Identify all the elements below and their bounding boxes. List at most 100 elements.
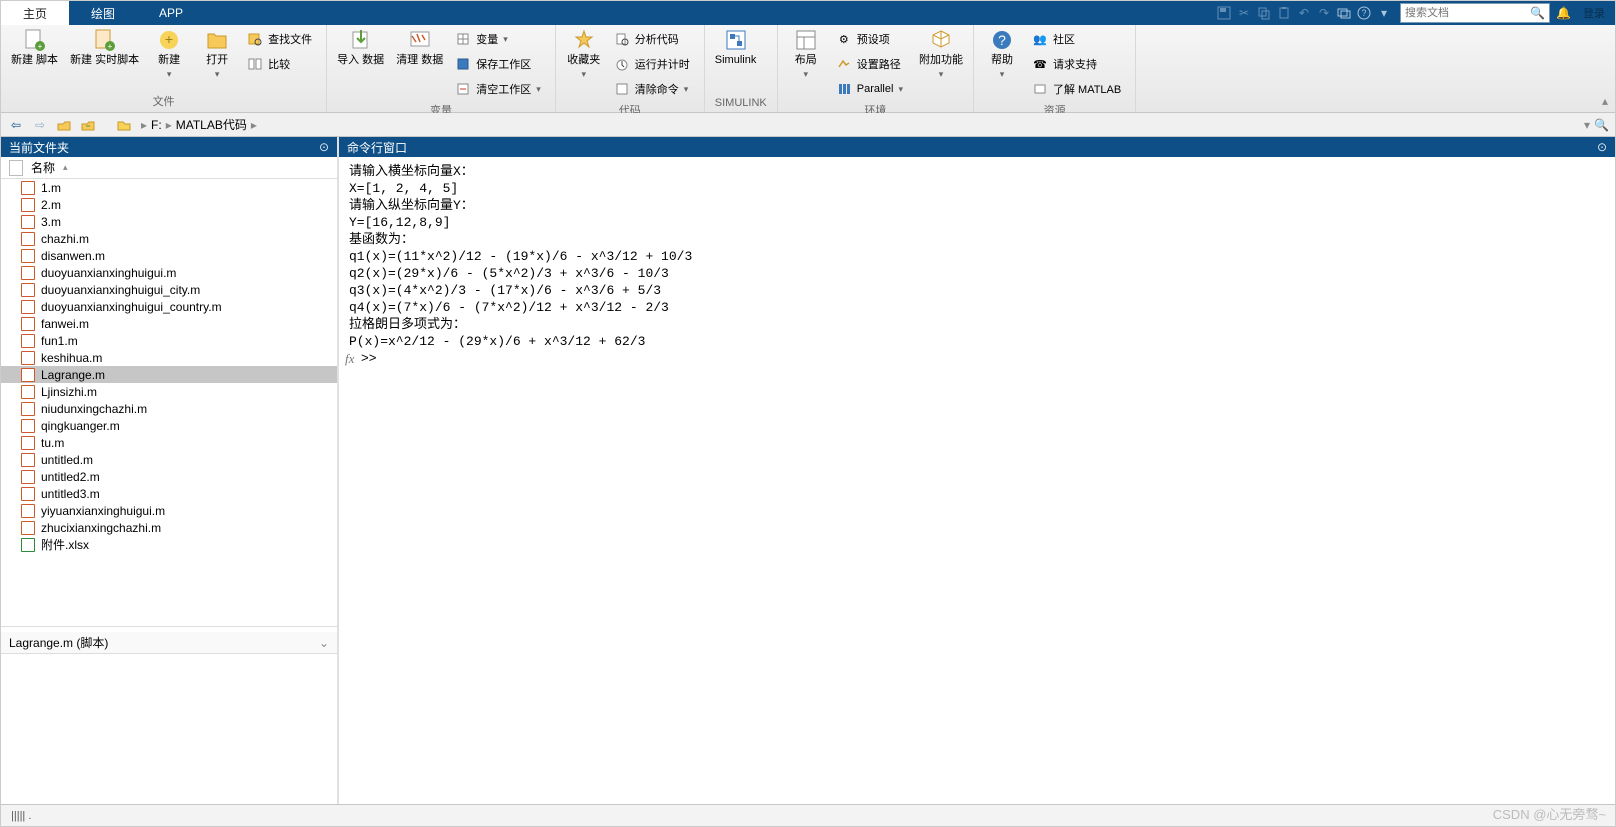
clear-commands-button[interactable]: 清除命令	[614, 78, 694, 100]
search-docs[interactable]: 🔍	[1400, 3, 1550, 23]
xlsx-file-icon	[21, 538, 35, 552]
bell-icon[interactable]: 🔔	[1556, 6, 1571, 20]
cmd-output-line: q1(x)=(11*x^2)/12 - (19*x)/6 - x^3/12 + …	[349, 248, 1605, 265]
m-file-icon	[21, 385, 35, 399]
file-name: 3.m	[41, 215, 61, 229]
file-item[interactable]: Lagrange.m	[1, 366, 337, 383]
compare-button[interactable]: 比较	[247, 53, 316, 75]
collapse-ribbon-icon[interactable]: ▴	[1595, 25, 1615, 112]
file-item[interactable]: tu.m	[1, 434, 337, 451]
favorites-button[interactable]: 收藏夹	[566, 28, 602, 80]
simulink-button[interactable]: Simulink	[715, 28, 757, 67]
m-file-icon	[21, 487, 35, 501]
m-file-icon	[21, 504, 35, 518]
help-button[interactable]: ?帮助	[984, 28, 1020, 80]
copy-icon[interactable]	[1254, 3, 1274, 23]
parallel-button[interactable]: Parallel	[836, 78, 907, 100]
addr-dropdown-icon[interactable]: ▾	[1584, 118, 1590, 132]
tab-home[interactable]: 主页	[1, 1, 69, 25]
file-item[interactable]: 附件.xlsx	[1, 536, 337, 553]
panel-menu-icon[interactable]: ⊙	[1597, 140, 1607, 154]
redo-icon[interactable]: ↷	[1314, 3, 1334, 23]
file-item[interactable]: fun1.m	[1, 332, 337, 349]
community-button[interactable]: 👥社区	[1032, 28, 1125, 50]
file-item[interactable]: untitled3.m	[1, 485, 337, 502]
file-item[interactable]: Ljinsizhi.m	[1, 383, 337, 400]
file-name: untitled.m	[41, 453, 93, 467]
cmd-output-line: 基函数为：	[349, 231, 1605, 248]
m-file-icon	[21, 317, 35, 331]
file-name: yiyuanxianxinghuigui.m	[41, 504, 165, 518]
file-tree[interactable]: 1.m2.m3.mchazhi.mdisanwen.mduoyuanxianxi…	[1, 179, 337, 626]
clear-workspace-button[interactable]: 清空工作区	[455, 78, 545, 100]
file-item[interactable]: duoyuanxianxinghuigui_city.m	[1, 281, 337, 298]
addons-button[interactable]: 附加功能	[919, 28, 963, 80]
import-data-button[interactable]: 导入 数据	[337, 28, 384, 67]
new-script-button[interactable]: +新建 脚本	[11, 28, 58, 67]
chevron-down-icon[interactable]: ⌄	[319, 636, 329, 650]
file-name: niudunxingchazhi.m	[41, 402, 147, 416]
nav-forward-icon[interactable]: ⇨	[31, 116, 49, 134]
clean-data-button[interactable]: 清理 数据	[396, 28, 443, 67]
file-item[interactable]: niudunxingchazhi.m	[1, 400, 337, 417]
set-path-button[interactable]: 设置路径	[836, 53, 907, 75]
file-item[interactable]: keshihua.m	[1, 349, 337, 366]
new-live-script-button[interactable]: +新建 实时脚本	[70, 28, 139, 67]
file-name: 1.m	[41, 181, 61, 195]
cut-icon[interactable]: ✂	[1234, 3, 1254, 23]
search-input[interactable]	[1405, 7, 1525, 19]
file-item[interactable]: 3.m	[1, 213, 337, 230]
tab-app[interactable]: APP	[137, 1, 205, 25]
panel-menu-icon[interactable]: ⊙	[319, 140, 329, 154]
open-button[interactable]: 打开	[199, 28, 235, 80]
file-item[interactable]: untitled2.m	[1, 468, 337, 485]
crumb-folder[interactable]: MATLAB代码	[176, 116, 247, 133]
file-list-header[interactable]: 名称 ▴	[1, 157, 337, 179]
file-item[interactable]: duoyuanxianxinghuigui.m	[1, 264, 337, 281]
undo-icon[interactable]: ↶	[1294, 3, 1314, 23]
switch-windows-icon[interactable]	[1334, 3, 1354, 23]
login-link[interactable]: 登录	[1577, 5, 1611, 21]
file-item[interactable]: 2.m	[1, 196, 337, 213]
file-item[interactable]: zhucixianxingchazhi.m	[1, 519, 337, 536]
command-window[interactable]: 请输入横坐标向量X：X=[1, 2, 4, 5]请输入纵坐标向量Y：Y=[16,…	[339, 157, 1615, 804]
cmd-output-line: 请输入纵坐标向量Y：	[349, 197, 1605, 214]
learn-matlab-button[interactable]: 了解 MATLAB	[1032, 78, 1125, 100]
file-item[interactable]: disanwen.m	[1, 247, 337, 264]
file-item[interactable]: chazhi.m	[1, 230, 337, 247]
file-item[interactable]: 1.m	[1, 179, 337, 196]
crumb-drive[interactable]: F:	[151, 118, 162, 132]
nav-back-icon[interactable]: ⇦	[7, 116, 25, 134]
details-header[interactable]: Lagrange.m (脚本) ⌄	[1, 632, 337, 654]
analyze-code-button[interactable]: 分析代码	[614, 28, 694, 50]
file-item[interactable]: yiyuanxianxinghuigui.m	[1, 502, 337, 519]
file-item[interactable]: duoyuanxianxinghuigui_country.m	[1, 298, 337, 315]
file-item[interactable]: fanwei.m	[1, 315, 337, 332]
m-file-icon	[21, 198, 35, 212]
file-item[interactable]: untitled.m	[1, 451, 337, 468]
support-button[interactable]: ☎请求支持	[1032, 53, 1125, 75]
layout-button[interactable]: 布局	[788, 28, 824, 80]
m-file-icon	[21, 300, 35, 314]
file-item[interactable]: qingkuanger.m	[1, 417, 337, 434]
addr-search-icon[interactable]: 🔍	[1594, 118, 1609, 132]
preferences-button[interactable]: ⚙预设项	[836, 28, 907, 50]
save-icon[interactable]	[1214, 3, 1234, 23]
variable-button[interactable]: 变量	[455, 28, 545, 50]
new-button[interactable]: +新建	[151, 28, 187, 80]
help-icon[interactable]: ?	[1354, 3, 1374, 23]
run-and-time-button[interactable]: 运行并计时	[614, 53, 694, 75]
nav-up-icon[interactable]	[55, 116, 73, 134]
find-files-button[interactable]: 查找文件	[247, 28, 316, 50]
save-workspace-button[interactable]: 保存工作区	[455, 53, 545, 75]
nav-browse-icon[interactable]	[79, 116, 97, 134]
name-column-header[interactable]: 名称	[31, 159, 55, 176]
paste-icon[interactable]	[1274, 3, 1294, 23]
tab-plot[interactable]: 绘图	[69, 1, 137, 25]
file-name: duoyuanxianxinghuigui_country.m	[41, 300, 222, 314]
status-text: ||||| .	[11, 810, 31, 822]
qat-dropdown-icon[interactable]: ▾	[1374, 3, 1394, 23]
fx-icon[interactable]: fx	[345, 350, 359, 367]
search-icon[interactable]: 🔍	[1530, 6, 1545, 20]
file-name: tu.m	[41, 436, 64, 450]
